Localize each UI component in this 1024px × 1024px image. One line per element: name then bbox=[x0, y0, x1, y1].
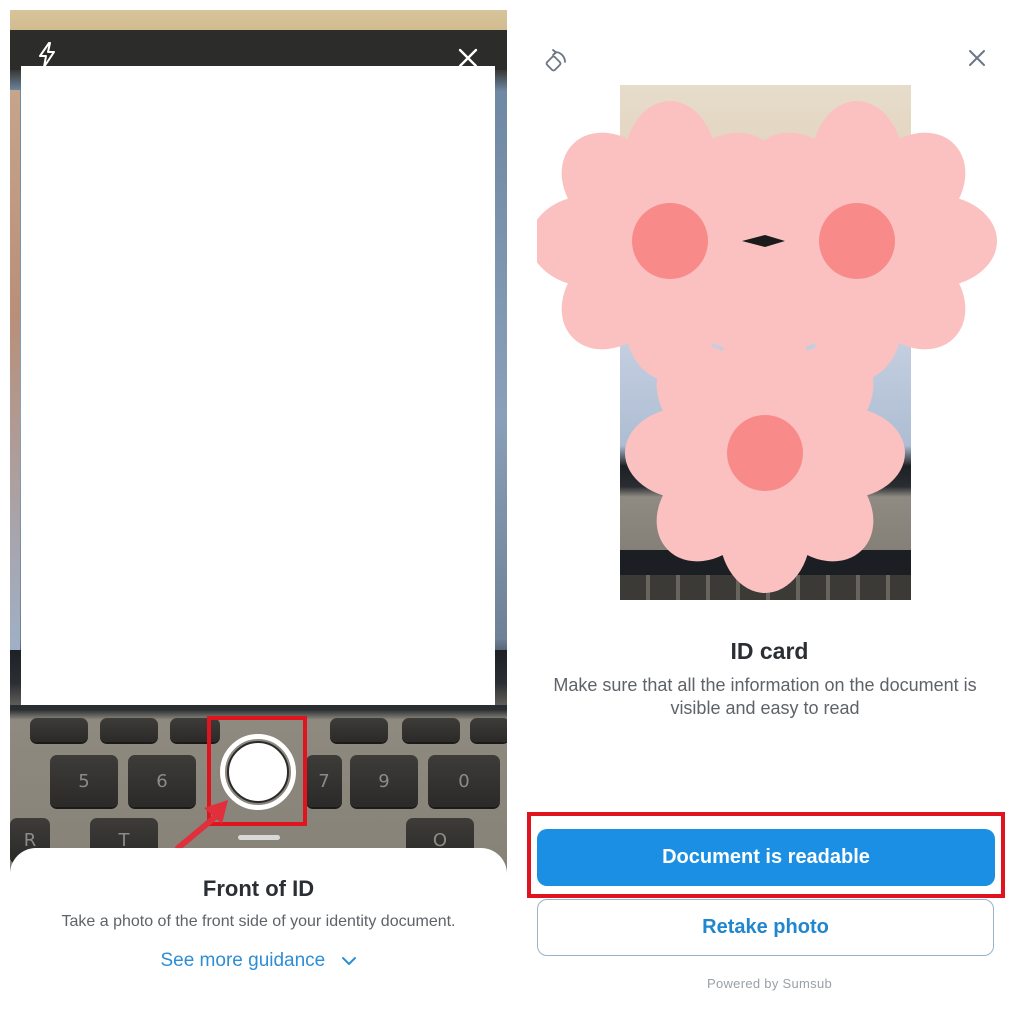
close-icon[interactable] bbox=[967, 48, 987, 68]
sheet-drag-handle[interactable] bbox=[238, 835, 280, 840]
keyboard-key: 7 bbox=[306, 755, 342, 807]
review-screen: ID card Make sure that all the informati… bbox=[515, 0, 1024, 1024]
guidance-link-label: See more guidance bbox=[160, 950, 326, 971]
arrow-annotation-icon bbox=[175, 800, 228, 851]
powered-by-footer: Powered by Sumsub bbox=[706, 976, 833, 991]
review-instructions: Make sure that all the information on th… bbox=[553, 675, 977, 718]
close-icon[interactable] bbox=[457, 47, 479, 69]
privacy-flower-overlay bbox=[537, 101, 997, 593]
keyboard-key: 0 bbox=[428, 755, 500, 807]
retake-photo-button[interactable]: Retake photo bbox=[537, 899, 994, 956]
rotate-icon[interactable] bbox=[543, 48, 569, 74]
sheet-title: Front of ID bbox=[202, 876, 315, 901]
keyboard-key: 5 bbox=[50, 755, 118, 807]
sheet-subtitle: Take a photo of the front side of your i… bbox=[61, 913, 456, 930]
bottom-sheet: Front of ID Take a photo of the front si… bbox=[10, 848, 507, 1024]
camera-background-document-edge bbox=[10, 90, 20, 650]
see-more-guidance-link[interactable]: See more guidance bbox=[10, 950, 507, 972]
keyboard-key: 9 bbox=[350, 755, 418, 807]
document-type-title: ID card bbox=[730, 638, 809, 664]
chevron-down-icon bbox=[341, 956, 356, 965]
camera-background-frame bbox=[10, 30, 507, 70]
document-frame-overlay bbox=[21, 66, 495, 705]
flash-icon[interactable] bbox=[36, 42, 58, 68]
document-readable-button[interactable]: Document is readable bbox=[537, 829, 995, 886]
